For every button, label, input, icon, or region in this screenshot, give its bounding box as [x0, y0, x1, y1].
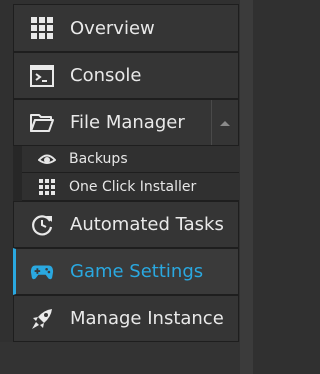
clock-refresh-icon [30, 213, 54, 237]
eye-icon [38, 150, 56, 168]
nav-item-console[interactable]: Console [13, 52, 239, 99]
terminal-icon [30, 64, 54, 88]
nav-item-label: Manage Instance [70, 308, 224, 329]
subitem-label: Backups [69, 151, 128, 167]
nav-item-label: Game Settings [70, 261, 204, 282]
subitem-one-click-installer[interactable]: One Click Installer [22, 174, 239, 201]
submenu-rail [13, 146, 22, 201]
nav-item-label: File Manager [70, 112, 185, 133]
file-manager-submenu: Backups One Click Installer [13, 146, 239, 201]
subitem-backups[interactable]: Backups [22, 146, 239, 173]
rocket-icon [30, 307, 54, 331]
gamepad-icon [30, 260, 54, 284]
sidebar-footer [0, 342, 240, 374]
nav-item-overview[interactable]: Overview [13, 4, 239, 52]
nav-item-manage-instance[interactable]: Manage Instance [13, 295, 239, 342]
grid-icon [30, 16, 54, 40]
chevron-up-icon [220, 120, 230, 126]
nav-item-label: Automated Tasks [70, 214, 224, 235]
nav-item-file-manager[interactable]: File Manager [13, 99, 239, 146]
grid-icon [38, 178, 56, 196]
nav-item-automated-tasks[interactable]: Automated Tasks [13, 201, 239, 248]
nav-item-label: Overview [70, 17, 155, 39]
nav-item-label: Console [70, 65, 142, 86]
scroll-track [240, 0, 253, 374]
folder-icon [30, 111, 54, 135]
nav-item-game-settings[interactable]: Game Settings [13, 248, 239, 295]
collapse-toggle[interactable] [211, 100, 238, 145]
subitem-label: One Click Installer [69, 179, 197, 195]
